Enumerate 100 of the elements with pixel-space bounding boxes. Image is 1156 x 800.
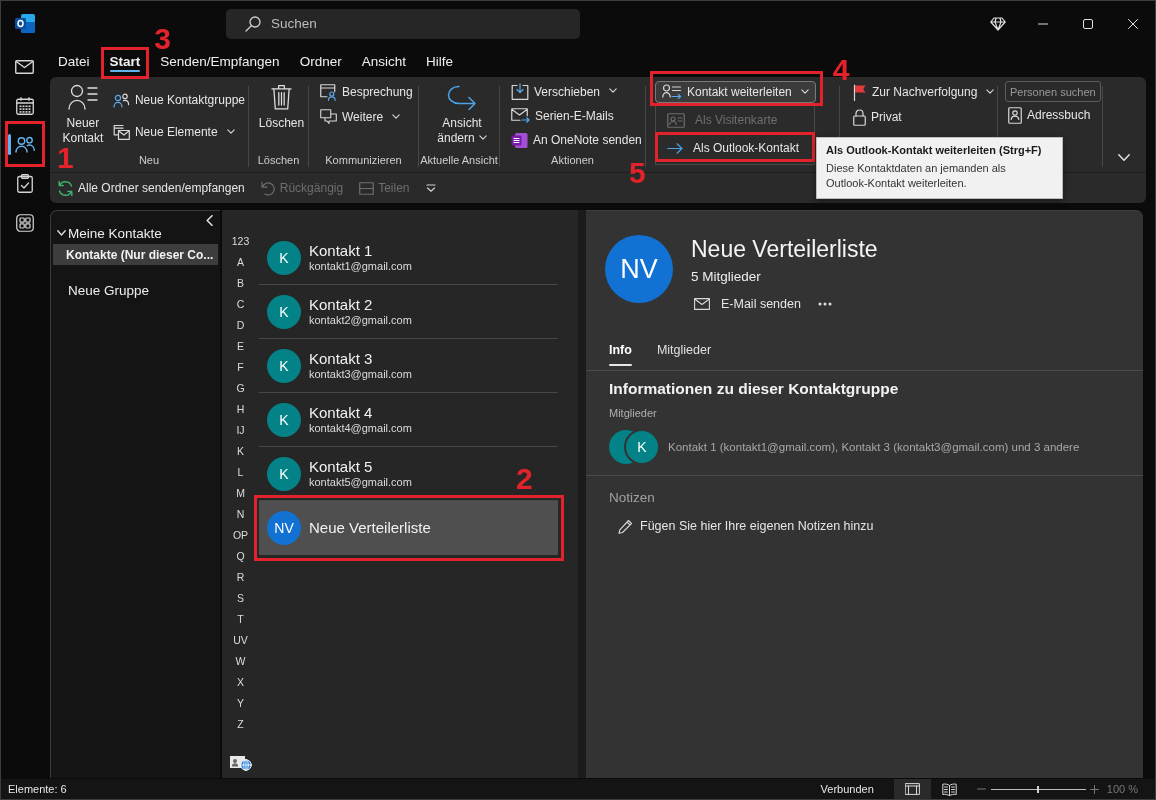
ribbon-button[interactable]: Verschieben <box>508 80 621 104</box>
maximize-icon[interactable] <box>1082 18 1093 29</box>
menu-tab[interactable]: Datei <box>48 46 100 77</box>
curved-arrow-icon <box>447 84 477 110</box>
contact-name: Neue Verteilerliste <box>309 518 431 537</box>
index-letter[interactable]: UV <box>231 630 250 651</box>
person-lines-icon <box>67 84 98 110</box>
contact-name: Kontakt 3 <box>309 350 373 368</box>
contact-card-icon <box>667 112 685 128</box>
apps-grid-icon <box>15 213 34 232</box>
index-letter[interactable]: G <box>234 378 247 399</box>
envelope-arrow-icon <box>511 108 530 124</box>
chevron-down-icon[interactable] <box>1118 154 1130 161</box>
add-notes-button[interactable]: Fügen Sie hier Ihre eigenen Notizen hinzu <box>609 516 874 536</box>
people-search-field[interactable]: Personen suchen <box>1005 81 1101 102</box>
diamond-icon[interactable] <box>989 16 1006 31</box>
minimize-icon[interactable] <box>1037 22 1048 25</box>
contact-row[interactable]: K Kontakt 3 kontakt3@gmail.com <box>259 339 558 393</box>
slider-thumb[interactable] <box>1037 785 1040 793</box>
index-letter[interactable]: 123 <box>229 231 252 252</box>
group-title: Neue Verteilerliste <box>691 235 878 263</box>
index-letter[interactable]: K <box>235 441 246 462</box>
index-letter[interactable]: C <box>234 294 247 315</box>
index-letter[interactable]: F <box>235 357 246 378</box>
item-count: Elemente: 6 <box>8 783 67 795</box>
ribbon-button[interactable]: Zur Nachverfolgung <box>850 80 998 104</box>
index-letter[interactable]: OP <box>230 525 251 546</box>
plus-icon[interactable] <box>1089 784 1099 794</box>
folder-item[interactable]: Kontakte (Nur dieser Co... <box>53 244 218 265</box>
ribbon-group-label: Aktionen <box>551 153 594 168</box>
more-icon[interactable] <box>817 302 832 306</box>
ribbon-large-button[interactable]: Neuer Kontakt <box>58 80 108 146</box>
ribbon-button[interactable]: Neue Elemente <box>109 120 238 144</box>
contact-row[interactable]: K Kontakt 4 kontakt4@gmail.com <box>259 393 558 447</box>
index-letter[interactable]: D <box>234 315 247 336</box>
trash-icon <box>271 84 292 110</box>
ribbon-group-label: Kommunizieren <box>325 153 402 168</box>
menu-tab[interactable]: Hilfe <box>415 46 463 77</box>
index-letter[interactable]: N <box>234 504 247 525</box>
customize-toolbar-icon[interactable] <box>425 184 436 192</box>
index-letter[interactable]: Z <box>235 714 246 735</box>
undo-icon <box>260 180 276 196</box>
section-heading: Notizen <box>609 489 655 507</box>
contact-row[interactable]: NV Neue Verteilerliste <box>259 501 558 555</box>
index-letter[interactable]: S <box>235 588 246 609</box>
contact-row[interactable]: K Kontakt 1 kontakt1@gmail.com <box>259 231 558 285</box>
view-button[interactable] <box>893 779 931 799</box>
app-logo-icon <box>14 14 35 33</box>
avatar: K <box>267 348 301 383</box>
avatar: K <box>267 402 301 437</box>
menu-tab[interactable]: Start <box>99 46 151 77</box>
index-letter[interactable]: T <box>235 609 246 630</box>
index-letter[interactable]: Y <box>235 693 246 714</box>
send-email-button[interactable]: E-Mail senden <box>694 297 801 311</box>
index-letter[interactable]: Q <box>234 546 247 567</box>
index-letter[interactable]: A <box>235 252 246 273</box>
toolbar-button[interactable]: Alle Ordner senden/empfangen <box>57 179 245 197</box>
ribbon-button[interactable]: Weitere <box>317 105 404 129</box>
ribbon-large-button[interactable]: Löschen <box>256 80 307 131</box>
menu-tab[interactable]: Ansicht <box>351 46 416 77</box>
index-letter[interactable]: E <box>235 336 246 357</box>
chevron-down-icon <box>57 230 66 236</box>
search-field[interactable]: Suchen <box>226 8 580 39</box>
tab[interactable]: Info <box>609 338 632 370</box>
tab[interactable]: Mitglieder <box>656 338 712 370</box>
callout-number: 5 <box>629 161 646 185</box>
highlight-frame <box>5 121 45 167</box>
index-letter[interactable]: B <box>235 273 246 294</box>
index-letter[interactable]: X <box>235 672 246 693</box>
field-label: Mitglieder <box>609 406 657 420</box>
index-letter[interactable]: M <box>234 483 247 504</box>
chevron-left-icon[interactable] <box>206 214 213 226</box>
ribbon-button[interactable]: Privat <box>850 105 905 129</box>
calendar-icon <box>15 96 34 115</box>
lock-icon <box>853 108 866 126</box>
member-count: 5 Mitglieder <box>691 268 761 286</box>
contact-email: kontakt2@gmail.com <box>309 314 412 327</box>
forward-contact-button[interactable]: Kontakt weiterleiten <box>655 81 816 103</box>
contact-row[interactable]: K Kontakt 2 kontakt2@gmail.com <box>259 285 558 339</box>
ribbon-button[interactable]: Serien-E-Mails <box>508 104 617 128</box>
contact-card-globe-icon[interactable] <box>229 754 252 771</box>
notebook-icon <box>511 131 528 149</box>
ribbon-button[interactable]: An OneNote senden <box>508 128 645 152</box>
index-letter[interactable]: IJ <box>234 420 247 441</box>
folder-group[interactable]: Neue Gruppe <box>51 282 150 298</box>
index-letter[interactable]: H <box>234 399 247 420</box>
index-letter[interactable]: R <box>234 567 247 588</box>
menu-item[interactable]: Als Outlook-Kontakt <box>656 135 814 161</box>
ribbon-group-label: Aktuelle Ansicht <box>420 153 498 168</box>
avatar: NV <box>605 235 673 303</box>
index-letter[interactable]: L <box>235 462 246 483</box>
ribbon-large-button[interactable]: Ansicht ändern <box>430 80 494 146</box>
folder-group[interactable]: Meine Kontakte <box>51 225 162 241</box>
section-heading: Informationen zu dieser Kontaktgruppe <box>609 379 899 399</box>
close-icon[interactable] <box>1127 18 1138 29</box>
ribbon-button[interactable]: Besprechung <box>317 80 416 104</box>
ribbon-button[interactable]: Adressbuch <box>1005 103 1094 127</box>
index-letter[interactable]: W <box>233 651 248 672</box>
ribbon-button[interactable]: Neue Kontaktgruppe <box>109 88 248 112</box>
menu-tab[interactable]: Ordner <box>289 46 352 77</box>
